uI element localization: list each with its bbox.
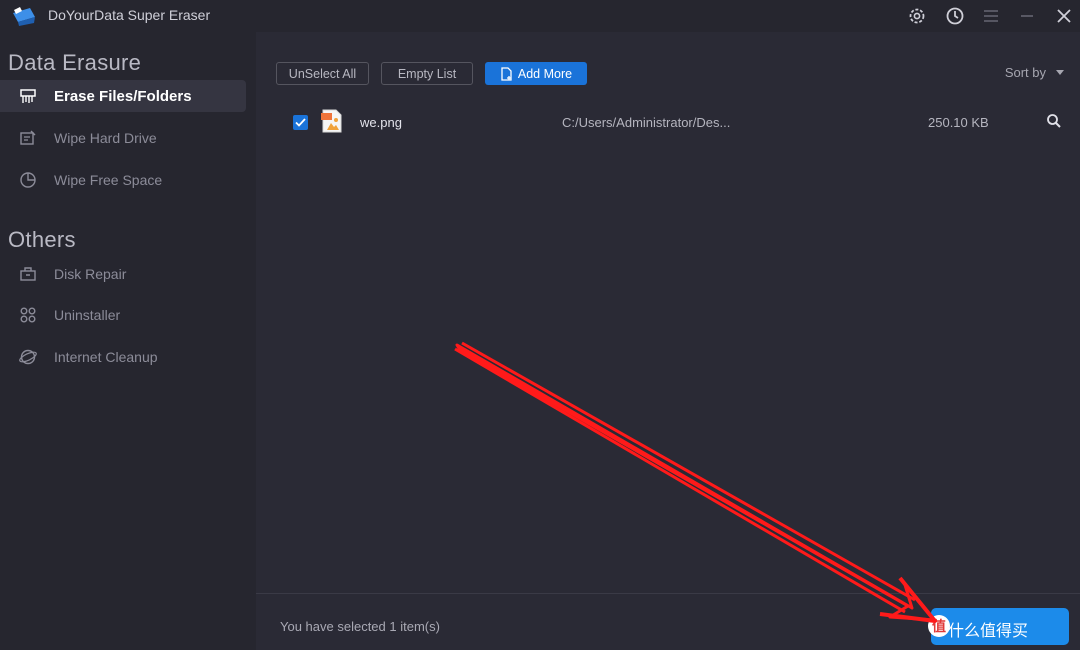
add-more-label: Add More [517, 66, 573, 81]
title-bar: DoYourData Super Eraser [0, 0, 1080, 32]
sidebar-item-erase-files-folders[interactable]: Erase Files/Folders [0, 80, 246, 112]
file-list-row[interactable]: we.png C:/Users/Administrator/Des... 250… [276, 102, 1076, 142]
erase-now-button[interactable]: 值 什么值得买 [928, 608, 1069, 645]
sidebar-item-wipe-free-space[interactable]: Wipe Free Space [0, 164, 246, 196]
add-file-icon [501, 66, 512, 81]
main-panel: UnSelect All Empty List Add More Sort by… [256, 32, 1080, 650]
empty-list-button[interactable]: Empty List [381, 62, 473, 85]
history-icon[interactable] [943, 4, 967, 28]
checkmark-icon [295, 118, 306, 127]
file-path: C:/Users/Administrator/Des... [562, 115, 731, 130]
sidebar-item-disk-repair[interactable]: Disk Repair [0, 258, 246, 290]
globe-icon [18, 347, 38, 367]
section-title-others: Others [8, 227, 76, 252]
pie-icon [18, 170, 38, 190]
add-more-button[interactable]: Add More [485, 62, 587, 85]
sidebar-item-internet-cleanup[interactable]: Internet Cleanup [0, 341, 246, 373]
minimize-icon[interactable] [1015, 4, 1039, 28]
drive-icon [18, 128, 38, 148]
file-name: we.png [360, 115, 402, 130]
menu-icon[interactable] [979, 4, 1003, 28]
sidebar-item-label: Internet Cleanup [54, 349, 158, 365]
footer-bar: You have selected 1 item(s) 值 什么值得买 [256, 593, 1080, 650]
chevron-down-icon [1056, 69, 1064, 75]
watermark-badge: 值 [928, 615, 950, 637]
file-size: 250.10 KB [928, 115, 989, 130]
section-title-data-erasure: Data Erasure [8, 50, 142, 75]
unselect-all-button[interactable]: UnSelect All [276, 62, 369, 85]
sort-by-dropdown[interactable]: Sort by [1005, 65, 1064, 80]
watermark-text: 什么值得买 [948, 621, 1029, 640]
search-icon[interactable] [1046, 113, 1062, 129]
toolbox-icon [18, 264, 38, 284]
png-file-icon [321, 109, 342, 133]
sort-by-label: Sort by [1004, 65, 1046, 80]
gear-icon[interactable] [905, 4, 929, 28]
app-title: DoYourData Super Eraser [48, 7, 211, 23]
sidebar-item-label: Wipe Free Space [54, 172, 163, 188]
file-checkbox[interactable] [293, 115, 308, 130]
shredder-icon [18, 86, 38, 106]
app-logo-icon [13, 7, 35, 26]
sidebar: Data Erasure Erase Files/Folders Wipe Ha… [0, 32, 256, 650]
sidebar-item-label: Disk Repair [54, 266, 127, 282]
sidebar-item-uninstaller[interactable]: Uninstaller [0, 299, 246, 331]
apps-icon [18, 305, 38, 325]
close-icon[interactable] [1052, 4, 1076, 28]
sidebar-item-label: Wipe Hard Drive [54, 130, 157, 146]
selection-status: You have selected 1 item(s) [280, 619, 440, 634]
sidebar-item-label: Uninstaller [54, 307, 121, 323]
sidebar-item-label: Erase Files/Folders [54, 87, 192, 105]
sidebar-item-wipe-hard-drive[interactable]: Wipe Hard Drive [0, 122, 246, 154]
